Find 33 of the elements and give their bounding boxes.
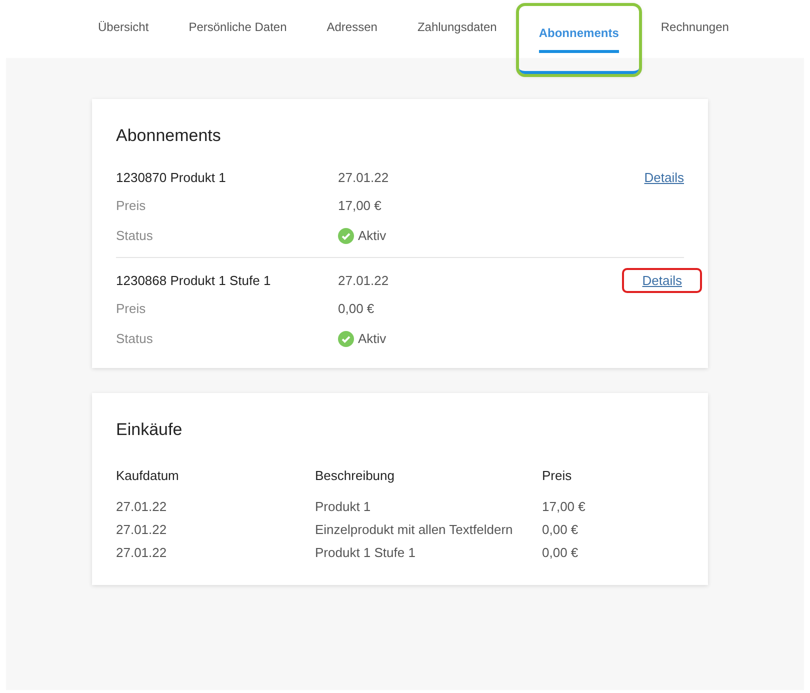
status-label: Status bbox=[116, 226, 154, 245]
table-cell-text: 0,00 € bbox=[542, 544, 580, 562]
subscription-name: 1230870 Produkt 1 bbox=[116, 168, 227, 187]
table-cell-text: 27.01.22 bbox=[116, 498, 168, 516]
status-label: Status bbox=[116, 330, 154, 348]
column-header: Kaufdatum bbox=[116, 467, 180, 485]
subscription-date: 27.01.22 bbox=[338, 168, 389, 187]
price-value: 17,00 € bbox=[338, 196, 382, 215]
card-title: Einkäufe bbox=[116, 418, 184, 440]
column-header: Preis bbox=[542, 467, 573, 485]
price-value: 0,00 € bbox=[338, 300, 374, 318]
price-label: Preis bbox=[116, 300, 147, 318]
nav-tab[interactable]: Persönliche Daten bbox=[168, 0, 307, 58]
table-cell-text: 17,00 € bbox=[542, 498, 586, 516]
table-cell-text: 27.01.22 bbox=[116, 544, 168, 562]
price-label: Preis bbox=[116, 196, 147, 215]
table-cell-text: Einzelprodukt mit allen Textfeldern bbox=[315, 521, 514, 540]
nav-tab[interactable]: Rechnungen bbox=[640, 0, 749, 58]
nav-tab[interactable]: Übersicht bbox=[78, 0, 169, 58]
card-title: Abonnements bbox=[116, 125, 222, 147]
table-cell-text: Produkt 1 Stufe 1 bbox=[315, 544, 416, 562]
subscription-name: 1230868 Produkt 1 Stufe 1 bbox=[116, 272, 272, 290]
details-link[interactable]: Details bbox=[622, 268, 702, 294]
nav-tab[interactable]: Adressen bbox=[306, 0, 398, 58]
column-header: Beschreibung bbox=[315, 467, 396, 485]
table-cell-text: 27.01.22 bbox=[116, 521, 168, 540]
status-value: Aktiv bbox=[358, 226, 386, 245]
table-cell-text: Produkt 1 bbox=[315, 498, 372, 516]
status-value: Aktiv bbox=[358, 330, 386, 348]
table-cell-text: 0,00 € bbox=[542, 521, 580, 540]
details-link[interactable]: Details bbox=[644, 168, 684, 188]
subscription-date: 27.01.22 bbox=[338, 272, 389, 290]
nav-tab[interactable]: Zahlungsdaten bbox=[397, 0, 517, 58]
